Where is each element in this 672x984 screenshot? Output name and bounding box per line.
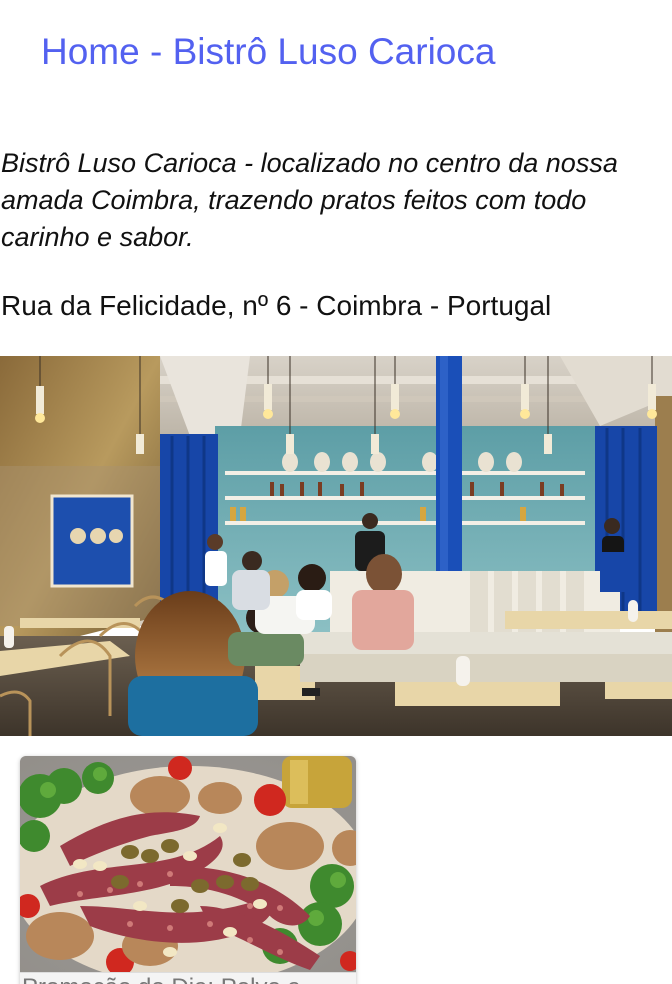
promo-card[interactable]: Promoção do Dia: Polvo a — [20, 756, 356, 984]
intro-text: Bistrô Luso Carioca - localizado no cent… — [1, 148, 618, 252]
octopus-dish-photo — [20, 756, 356, 972]
promo-caption: Promoção do Dia: Polvo a — [20, 972, 356, 984]
address-text: Rua da Felicidade, nº 6 - Coimbra - Port… — [1, 290, 552, 321]
page: Home - Bistrô Luso Carioca Bistrô Luso C… — [0, 0, 672, 984]
page-title: Home - Bistrô Luso Carioca — [41, 31, 496, 72]
restaurant-interior-photo — [0, 356, 672, 736]
